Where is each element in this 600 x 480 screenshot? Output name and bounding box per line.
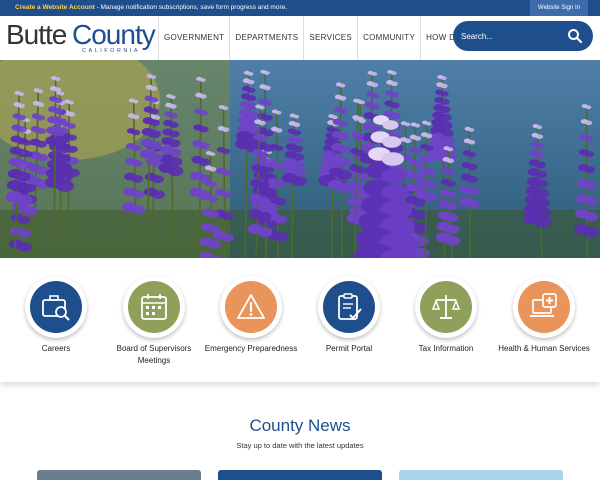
quick-link-disc <box>128 281 180 333</box>
news-card-2[interactable] <box>218 470 382 480</box>
announcement-bar: Create a Website Account - Manage notifi… <box>0 0 600 16</box>
quick-link-label: Permit Portal <box>325 344 373 353</box>
quick-links: Careers Board of Supervisors Meetings Em… <box>0 258 600 382</box>
quick-link-label: Emergency Preparedness <box>204 344 298 353</box>
news-card-1[interactable] <box>37 470 201 480</box>
quick-link-ring <box>415 276 477 338</box>
logo-subtitle: CALIFORNIA <box>82 48 141 54</box>
search-icon[interactable] <box>567 28 583 44</box>
nav-services[interactable]: SERVICES <box>303 16 357 60</box>
nav-community[interactable]: COMMUNITY <box>357 16 420 60</box>
quick-link-ring <box>318 276 380 338</box>
logo-word-county: County <box>72 19 156 50</box>
news-card-3[interactable] <box>399 470 563 480</box>
announcement-text: - Manage notification subscriptions, sav… <box>94 4 288 11</box>
warning-icon <box>237 294 265 319</box>
butte-county-logo[interactable]: Butte County CALIFORNIA <box>6 20 156 56</box>
calendar-icon <box>141 294 167 320</box>
quick-link-careers[interactable]: Careers <box>6 276 106 355</box>
quick-link-disc <box>518 281 570 333</box>
lupine-flowers-image <box>0 60 600 258</box>
quick-link-disc <box>225 281 277 333</box>
quick-link-label: Careers <box>41 344 71 353</box>
quick-link-ring <box>513 276 575 338</box>
quick-link-disc <box>30 281 82 333</box>
briefcase-search-icon <box>42 295 70 321</box>
quick-link-label: Health & Human Services <box>498 344 590 353</box>
clipboard-check-icon <box>338 293 362 320</box>
create-account-link[interactable]: Create a Website Account <box>15 4 95 11</box>
quick-link-health-human-services[interactable]: Health & Human Services <box>494 276 594 355</box>
site-header: Butte County CALIFORNIA GOVERNMENT DEPAR… <box>0 16 600 60</box>
nav-government[interactable]: GOVERNMENT <box>158 16 229 60</box>
main-navigation: GOVERNMENT DEPARTMENTS SERVICES COMMUNIT… <box>158 16 479 60</box>
search-input[interactable] <box>461 29 561 43</box>
quick-link-ring <box>123 276 185 338</box>
quick-link-disc <box>323 281 375 333</box>
quick-link-permit-portal[interactable]: Permit Portal <box>299 276 399 355</box>
quick-link-board-meetings[interactable]: Board of Supervisors Meetings <box>104 276 204 367</box>
quick-link-label: Board of Supervisors Meetings <box>116 344 192 365</box>
quick-link-emergency[interactable]: Emergency Preparedness <box>201 276 301 355</box>
logo-word-butte: Butte <box>6 19 67 50</box>
nav-departments[interactable]: DEPARTMENTS <box>229 16 303 60</box>
health-laptop-icon <box>530 293 557 317</box>
hero-banner <box>0 60 600 258</box>
quick-link-ring <box>220 276 282 338</box>
quick-link-ring <box>25 276 87 338</box>
scales-icon <box>431 295 461 319</box>
search-box <box>453 21 593 51</box>
announcement-message: Create a Website Account - Manage notifi… <box>15 4 287 11</box>
quick-link-tax-information[interactable]: Tax Information <box>396 276 496 355</box>
news-section-subtitle: Stay up to date with the latest updates <box>236 441 364 450</box>
quick-link-disc <box>420 281 472 333</box>
quick-link-label: Tax Information <box>418 344 474 353</box>
news-section-title: County News <box>249 416 351 435</box>
website-sign-in-button[interactable]: Website Sign In <box>530 0 588 16</box>
